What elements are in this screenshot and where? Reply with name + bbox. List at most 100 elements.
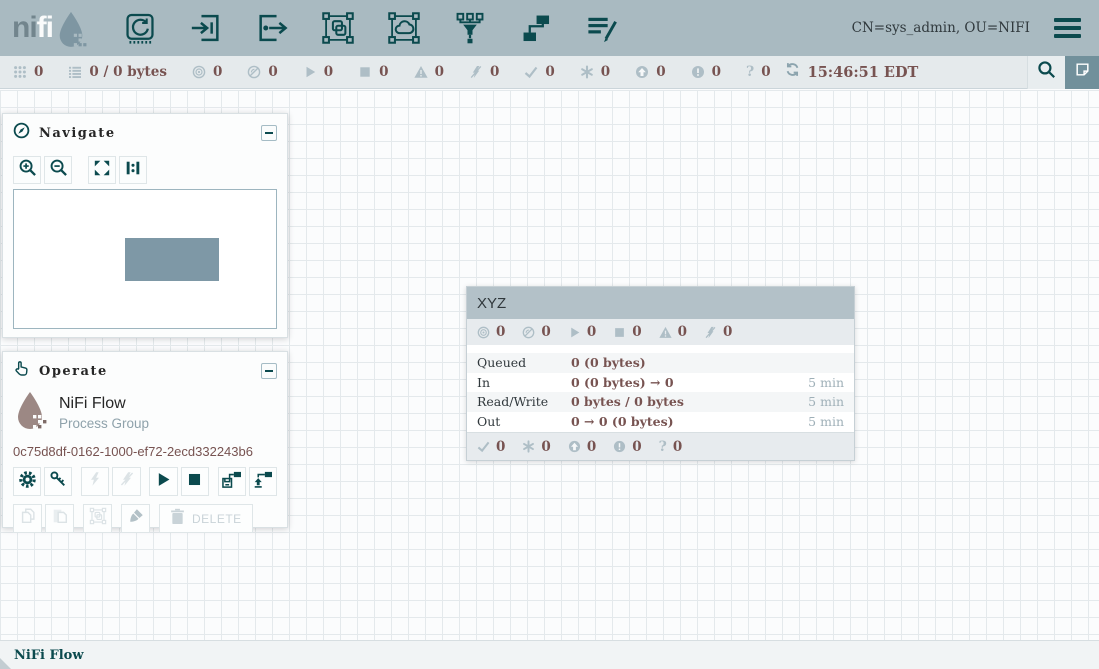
remote-process-group-icon[interactable] — [385, 9, 423, 47]
operate-collapse-button[interactable] — [261, 363, 277, 379]
stat-window: 5 min — [808, 394, 854, 409]
nifi-logo: ni fi — [12, 2, 87, 54]
badge-count: 0 — [496, 324, 505, 340]
zoom-fit-button[interactable] — [88, 156, 116, 184]
process-group-header[interactable]: XYZ — [467, 287, 854, 319]
bolt-icon — [87, 471, 103, 492]
locally-modified-stale-status: 0 — [691, 64, 721, 80]
badge-count: 0 — [587, 324, 596, 340]
delete-button[interactable]: DELETE — [159, 504, 253, 533]
output-port-icon[interactable] — [253, 9, 291, 47]
current-user[interactable]: CN=sys_admin, OU=NIFI — [852, 20, 1030, 36]
compass-icon — [13, 122, 30, 144]
locally-modified-stale-count: 0 — [712, 64, 721, 80]
play-icon — [155, 471, 172, 493]
stat-row-queued: Queued 0 (0 bytes) — [467, 353, 854, 373]
copy-icon — [19, 507, 37, 530]
stopped-icon — [613, 326, 626, 339]
navigate-collapse-button[interactable] — [261, 125, 277, 141]
save-template-button[interactable] — [218, 467, 246, 496]
queued-status: 0 / 0 bytes — [68, 64, 167, 80]
locally-modified-stale-badge: 0 — [613, 439, 641, 455]
search-button[interactable] — [1027, 56, 1065, 89]
sync-failure-status: ? 0 — [746, 64, 771, 80]
badge-count: 0 — [632, 439, 641, 455]
stat-value: 0 bytes / 0 bytes — [571, 394, 684, 409]
operate-panel-header[interactable]: Operate — [3, 352, 287, 388]
breadcrumb-nifi-flow[interactable]: NiFi Flow — [14, 648, 84, 663]
stat-label: In — [467, 375, 571, 390]
locally-modified-count: 0 — [601, 64, 610, 80]
key-icon — [49, 470, 67, 493]
locally-modified-stale-icon — [613, 440, 626, 453]
process-group-stats: Queued 0 (0 bytes) In 0 (0 bytes) → 0 5 … — [467, 353, 854, 431]
process-group-badges: 0 0 0 0 0 0 — [467, 319, 854, 345]
gear-icon — [18, 470, 37, 494]
label-icon[interactable] — [583, 9, 621, 47]
hamburger-icon[interactable] — [1052, 16, 1083, 40]
start-button[interactable] — [149, 467, 177, 496]
operate-drop-icon — [13, 390, 47, 435]
input-port-icon[interactable] — [187, 9, 225, 47]
transmitting-badge: 0 — [477, 324, 505, 340]
disabled-icon — [469, 65, 483, 79]
stale-icon — [635, 65, 649, 79]
disabled-count: 0 — [490, 64, 499, 80]
badge-count: 0 — [496, 439, 505, 455]
running-icon — [568, 326, 581, 339]
locally-modified-stale-icon — [691, 65, 705, 79]
stat-row-in: In 0 (0 bytes) → 0 5 min — [467, 373, 854, 393]
configure-button[interactable] — [13, 467, 41, 496]
active-threads-icon — [13, 65, 27, 79]
stopped-status: 0 — [358, 64, 388, 80]
refresh-icon[interactable] — [785, 62, 800, 82]
invalid-icon — [414, 65, 428, 79]
zoom-out-button[interactable] — [44, 156, 72, 184]
stat-row-readwrite: Read/Write 0 bytes / 0 bytes 5 min — [467, 392, 854, 412]
template-icon[interactable] — [517, 9, 555, 47]
zoom-actual-button[interactable] — [119, 156, 147, 184]
process-group-icon[interactable] — [319, 9, 357, 47]
birdseye-minimap[interactable] — [13, 189, 277, 329]
queued-icon — [68, 65, 82, 79]
group-button[interactable] — [83, 504, 112, 533]
enable-button[interactable] — [81, 467, 109, 496]
navigate-panel-header[interactable]: Navigate — [3, 114, 287, 150]
processor-icon[interactable] — [121, 9, 159, 47]
color-button[interactable] — [121, 504, 150, 533]
disable-button[interactable] — [112, 467, 140, 496]
paste-button[interactable] — [45, 504, 74, 533]
zoom-in-button[interactable] — [13, 156, 41, 184]
access-policies-button[interactable] — [44, 467, 72, 496]
stop-button[interactable] — [181, 467, 209, 496]
process-group-xyz[interactable]: XYZ 0 0 0 0 0 — [466, 286, 855, 461]
not-transmitting-count: 0 — [268, 64, 277, 80]
bolt-slash-icon — [119, 471, 135, 492]
funnel-icon[interactable] — [451, 9, 489, 47]
operate-button-row-1 — [13, 467, 277, 496]
badge-count: 0 — [673, 439, 682, 455]
invalid-icon — [659, 326, 672, 339]
breadcrumb-resize-grip[interactable] — [0, 658, 11, 669]
sync-failure-count: 0 — [761, 64, 770, 80]
flow-canvas[interactable]: Navigate — [0, 90, 1099, 640]
breadcrumb-bar: NiFi Flow — [0, 640, 1099, 669]
birdseye-component-rect[interactable] — [125, 238, 219, 281]
transmitting-status: 0 — [192, 64, 222, 80]
sync-failure-badge: ? 0 — [659, 439, 683, 455]
upload-template-button[interactable] — [249, 467, 277, 496]
disabled-icon — [704, 326, 717, 339]
note-icon — [1074, 61, 1091, 83]
running-badge: 0 — [568, 324, 596, 340]
up-to-date-icon — [477, 440, 490, 453]
active-threads-status: 0 — [13, 64, 43, 80]
zoom-in-icon — [18, 158, 37, 182]
brush-icon — [127, 507, 145, 530]
running-status: 0 — [303, 64, 333, 80]
operate-panel-title: Operate — [39, 364, 108, 379]
copy-button[interactable] — [13, 504, 42, 533]
delete-button-label: DELETE — [192, 512, 242, 526]
stale-status: 0 — [635, 64, 665, 80]
birdseye-toggle-button[interactable] — [1065, 56, 1099, 89]
selected-flow-uuid: 0c75d8df-0162-1000-ef72-2ecd332243b6 — [13, 444, 277, 459]
